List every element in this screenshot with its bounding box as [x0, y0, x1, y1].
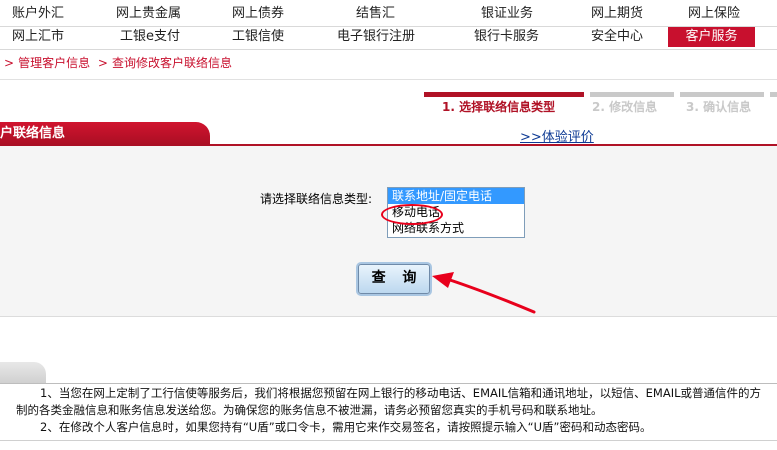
breadcrumb-chevron-icon: > [4, 56, 15, 70]
note-1: 1、当您在网上定制了工行信使等服务后，我们将根据您预留在网上银行的移动电话、EM… [40, 386, 762, 400]
notes-divider [0, 383, 777, 384]
feedback-link[interactable]: >>体验评价 [520, 126, 594, 145]
step-1-label: 1. 选择联络信息类型 [442, 100, 556, 114]
step-indicator: 1. 选择联络信息类型 2. 修改信息 3. 确认信息 [420, 92, 777, 116]
bottom-divider [0, 440, 777, 441]
section-title: 户联络信息 [0, 126, 66, 141]
step-3-label: 3. 确认信息 [686, 100, 752, 114]
step-2-label: 2. 修改信息 [592, 100, 658, 114]
step-3-bar [680, 92, 764, 97]
nav-item-card-services[interactable]: 银行卡服务 [474, 27, 539, 47]
nav-item-bonds[interactable]: 网上债券 [232, 4, 284, 24]
option-address-phone[interactable]: 联系地址/固定电话 [388, 188, 524, 204]
breadcrumb-chevron-icon: > [97, 56, 108, 70]
nav-row-1: 账户外汇 网上贵金属 网上债券 结售汇 银证业务 网上期货 网上保险 [0, 4, 777, 27]
nav-item-fx-market[interactable]: 网上汇市 [12, 27, 64, 47]
nav-row-2: 网上汇市 工银e支付 工银信使 电子银行注册 银行卡服务 安全中心 客户服务 [0, 27, 777, 50]
notes-header-tab [0, 362, 46, 384]
nav-item-insurance[interactable]: 网上保险 [688, 4, 740, 24]
query-button[interactable]: 查 询 [358, 264, 430, 294]
nav-item-customer-service[interactable]: 客户服务 [668, 27, 755, 47]
step-4-bar [770, 92, 777, 97]
nav-item-registration[interactable]: 电子银行注册 [337, 27, 415, 47]
nav-item-precious-metals[interactable]: 网上贵金属 [116, 4, 181, 24]
breadcrumb: > 管理客户信息 > 查询修改客户联络信息 [0, 53, 232, 73]
form-panel: 请选择联络信息类型: 联系地址/固定电话 移动电话 网络联系方式 查 询 [0, 146, 777, 317]
arrow-annotation-icon [432, 272, 536, 314]
breadcrumb-item-manage-info[interactable]: 管理客户信息 [18, 56, 90, 70]
step-1-bar [424, 92, 584, 97]
step-2-bar [590, 92, 674, 97]
nav-item-fx-settlement[interactable]: 结售汇 [356, 4, 395, 24]
breadcrumb-item-current: 查询修改客户联络信息 [111, 56, 232, 70]
nav-item-forex-account[interactable]: 账户外汇 [12, 4, 64, 24]
nav-item-epay[interactable]: 工银e支付 [120, 27, 180, 47]
note-2: 2、在修改个人客户信息时，如果您持有“U盾”或口令卡，需用它来作交易签名，请按照… [40, 420, 652, 434]
contact-type-listbox[interactable]: 联系地址/固定电话 移动电话 网络联系方式 [387, 187, 525, 238]
top-navigation: 账户外汇 网上贵金属 网上债券 结售汇 银证业务 网上期货 网上保险 网上汇市 … [0, 0, 777, 50]
notes-section: 1、当您在网上定制了工行信使等服务后，我们将根据您预留在网上银行的移动电话、EM… [16, 385, 776, 436]
option-network-contact[interactable]: 网络联系方式 [388, 220, 524, 236]
option-mobile-phone[interactable]: 移动电话 [388, 204, 524, 220]
nav-item-securities[interactable]: 银证业务 [481, 4, 533, 24]
breadcrumb-divider [0, 79, 777, 80]
nav-item-futures[interactable]: 网上期货 [591, 4, 643, 24]
nav-item-messenger[interactable]: 工银信使 [232, 27, 284, 47]
note-1-continued: 制的各类金融信息和账务信息发送给您。为确保您的账务信息不被泄漏，请务必预留您真实… [16, 403, 603, 417]
contact-type-label: 请选择联络信息类型: [260, 192, 373, 206]
nav-item-security-center[interactable]: 安全中心 [591, 27, 643, 47]
section-header-tab: 户联络信息 [0, 122, 210, 146]
